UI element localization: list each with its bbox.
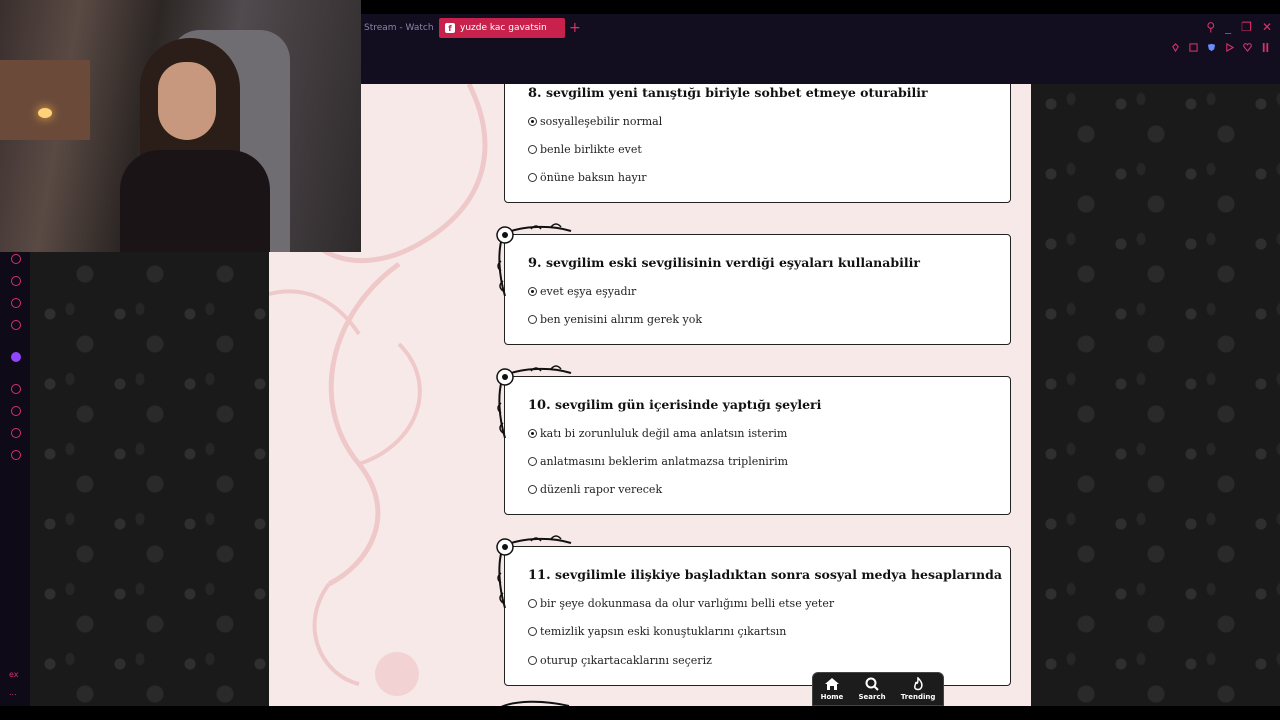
new-tab-button[interactable]: + (569, 20, 581, 36)
heart-icon[interactable] (1243, 43, 1252, 52)
play-icon[interactable] (1225, 43, 1234, 52)
tab-label: yuzde kac gavatsin (460, 23, 547, 33)
radio-button[interactable] (528, 627, 537, 636)
webcam-overlay (0, 0, 361, 252)
minimize-icon[interactable]: _ (1225, 20, 1231, 34)
radio-button[interactable] (528, 485, 537, 494)
radio-button[interactable] (528, 145, 537, 154)
radio-button[interactable] (528, 656, 537, 665)
answer-option[interactable]: katı bi zorunluluk değil ama anlatsın is… (528, 427, 787, 440)
nav-search-label: Search (858, 693, 886, 701)
nav-home[interactable]: Home (820, 677, 844, 701)
tab-label: Stream - Watch Li (364, 23, 436, 33)
radio-button[interactable] (528, 315, 537, 324)
webcam-shelf (0, 60, 90, 140)
chat-icon[interactable] (11, 428, 21, 438)
background-pattern-right (1031, 84, 1280, 706)
menu-bars-icon[interactable] (1261, 43, 1270, 52)
radio-button[interactable] (528, 457, 537, 466)
answer-option[interactable]: bir şeye dokunmasa da olur varlığımı bel… (528, 597, 834, 610)
question-title: 9. sevgilim eski sevgilisinin verdiği eş… (528, 255, 920, 271)
shield-icon[interactable] (1207, 43, 1216, 52)
radio-button[interactable] (528, 429, 537, 438)
speed-dial-icon[interactable] (11, 254, 21, 264)
radio-button[interactable] (528, 173, 537, 182)
settings-icon[interactable] (11, 450, 21, 460)
history-icon[interactable] (11, 406, 21, 416)
answer-option[interactable]: düzenli rapor verecek (528, 483, 662, 496)
instagram-icon[interactable] (11, 298, 21, 308)
answer-option[interactable]: evet eşya eşyadır (528, 285, 636, 298)
twitch-icon[interactable] (11, 352, 21, 362)
question-card-10: 10. sevgilim gün içerisinde yaptığı şeyl… (496, 365, 1011, 515)
pin-icon[interactable] (1171, 43, 1180, 52)
answer-option[interactable]: oturup çıkartacaklarını seçeriz (528, 654, 712, 667)
favicon-icon: f (445, 23, 455, 33)
answer-option[interactable]: anlatmasını beklerim anlatmazsa tripleni… (528, 455, 788, 468)
bottom-letterbox (0, 706, 1280, 720)
tab-quiz[interactable]: f yuzde kac gavatsin (439, 18, 565, 38)
radio-button[interactable] (528, 117, 537, 126)
more-icon[interactable]: ... (9, 688, 17, 697)
question-title: 8. sevgilim yeni tanıştığı biriyle sohbe… (528, 85, 928, 101)
question-title: 11. sevgilimle ilişkiye başladıktan sonr… (528, 567, 1002, 583)
radio-button[interactable] (528, 287, 537, 296)
bag-icon[interactable] (11, 276, 21, 286)
snapshot-icon[interactable] (1189, 43, 1198, 52)
question-title: 10. sevgilim gün içerisinde yaptığı şeyl… (528, 397, 822, 413)
webcam-streamer-body (120, 150, 270, 252)
sidebar-label: ex (9, 670, 19, 679)
quiz-page: 8. sevgilim yeni tanıştığı biriyle sohbe… (269, 84, 1031, 706)
answer-option[interactable]: önüne baksın hayır (528, 171, 647, 184)
search-icon[interactable]: ⚲ (1206, 20, 1215, 34)
radio-button[interactable] (528, 599, 537, 608)
answer-option[interactable]: temizlik yapsın eski konuştuklarını çıka… (528, 625, 786, 638)
webcam-candle (38, 108, 52, 118)
player-icon[interactable] (11, 384, 21, 394)
nav-search[interactable]: Search (859, 677, 886, 701)
window-controls: ⚲ _ ❐ ✕ (1206, 20, 1272, 34)
question-card-8: 8. sevgilim yeni tanıştığı biriyle sohbe… (504, 84, 1011, 203)
webcam-streamer-face (158, 62, 216, 140)
extensions-bar (1171, 43, 1270, 52)
restore-icon[interactable]: ❐ (1241, 20, 1252, 34)
home-icon (824, 678, 839, 690)
nav-home-label: Home (820, 693, 844, 701)
search-icon (865, 677, 879, 691)
answer-option[interactable]: ben yenisini alırım gerek yok (528, 313, 702, 326)
answer-option[interactable]: sosyalleşebilir normal (528, 115, 662, 128)
flame-icon (914, 677, 923, 691)
bottom-nav-bar: Home Search Trending (812, 672, 944, 706)
nav-trending[interactable]: Trending (900, 677, 936, 701)
nav-trending-label: Trending (900, 693, 936, 701)
mail-icon[interactable] (11, 320, 21, 330)
tab-stream[interactable]: Stream - Watch Li (358, 18, 436, 38)
close-icon[interactable]: ✕ (1262, 20, 1272, 34)
question-card-9: 9. sevgilim eski sevgilisinin verdiği eş… (496, 223, 1011, 345)
question-card-11: 11. sevgilimle ilişkiye başladıktan sonr… (496, 535, 1011, 686)
answer-option[interactable]: benle birlikte evet (528, 143, 642, 156)
